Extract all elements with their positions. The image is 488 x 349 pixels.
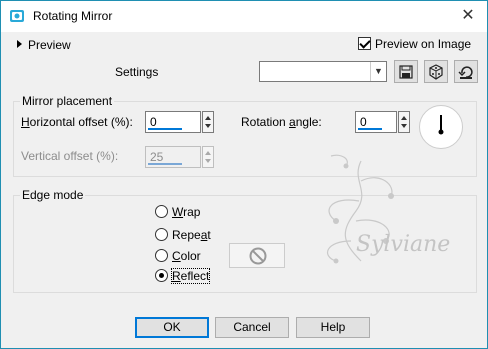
settings-dropdown[interactable]: ▼ [259,61,387,82]
window-title: Rotating Mirror [33,9,113,23]
randomize-button[interactable] [424,60,448,83]
preview-on-image-label: Preview on Image [375,37,472,51]
spin-up-icon [205,116,211,120]
settings-label: Settings [115,65,159,79]
color-swatch-disabled[interactable] [229,243,285,268]
chevron-down-icon[interactable]: ▼ [370,62,386,81]
radio-reflect[interactable]: Reflect [155,268,211,284]
expand-triangle-icon [17,40,22,48]
help-button[interactable]: Help [296,317,370,338]
value-slider-bar[interactable] [148,128,182,130]
rotation-angle-input[interactable]: 0 [355,111,397,133]
signature-watermark: Sylviane [326,154,450,264]
title-bar: Rotating Mirror ✕ [1,1,487,32]
dice-icon [429,64,443,80]
rotation-angle-spinner[interactable]: 0 [355,111,411,133]
rotation-dial[interactable] [419,105,463,149]
watermark-text: Sylviane [356,232,450,257]
preview-label: Preview [28,38,71,52]
vertical-offset-label: Vertical offset (%): [21,149,119,163]
group-title: Mirror placement [20,94,115,108]
radio-repeat[interactable]: Repeat [155,228,211,242]
radio-icon [155,228,168,241]
vertical-offset-input[interactable]: 25 [145,146,201,168]
radio-wrap[interactable]: Wrap [155,205,200,219]
group-title: Edge mode [20,188,86,202]
preview-on-image-checkbox[interactable]: Preview on Image [358,37,471,51]
reset-button[interactable] [454,60,478,83]
reset-icon [458,66,473,79]
preview-toggle[interactable]: Preview [17,38,71,52]
save-preset-button[interactable] [394,60,418,83]
save-icon [399,65,413,79]
radio-selected-icon [155,269,168,282]
cancel-button[interactable]: Cancel [215,317,289,338]
dial-needle-icon [438,115,444,135]
no-symbol-icon [249,247,267,265]
ok-button[interactable]: OK [135,317,209,338]
horizontal-offset-spinner[interactable]: 0 [145,111,215,133]
spinner-buttons[interactable] [398,111,410,133]
checkbox-checked-icon[interactable] [358,37,371,50]
spin-down-icon [205,124,211,128]
vertical-offset-spinner[interactable]: 25 [145,146,215,168]
spinner-buttons[interactable] [202,111,214,133]
radio-icon [155,205,168,218]
radio-color[interactable]: Color [155,249,201,263]
horizontal-offset-label: Horizontal offset (%): [21,115,133,129]
close-icon[interactable]: ✕ [457,6,479,26]
dialog-window: Rotating Mirror ✕ Preview Preview on Ima… [0,0,488,349]
rotation-angle-label: Rotation angle: [241,115,322,129]
radio-icon [155,249,168,262]
app-icon [9,8,25,24]
horizontal-offset-input[interactable]: 0 [145,111,201,133]
